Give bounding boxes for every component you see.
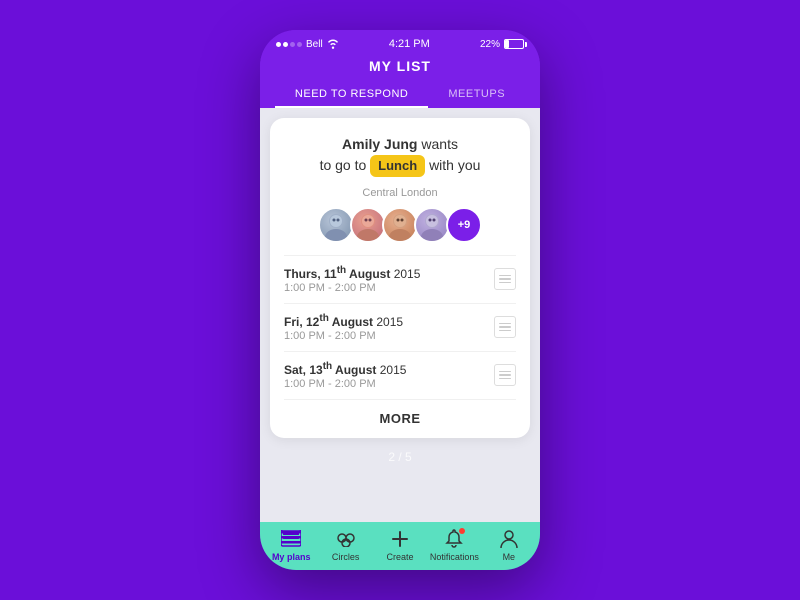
dot-1 xyxy=(276,42,281,47)
invite-preposition: to go to xyxy=(320,157,371,173)
invite-action: wants xyxy=(421,136,458,152)
tab-need-to-respond[interactable]: NEED TO RESPOND xyxy=(275,82,428,108)
status-left: Bell xyxy=(276,39,339,50)
date-bold-2: Fri, 12th August xyxy=(284,315,373,329)
date-info-3: Sat, 13th August 2015 1:00 PM - 2:00 PM xyxy=(284,361,406,390)
date-year-2: 2015 xyxy=(376,315,403,329)
bell-icon xyxy=(443,528,465,550)
tab-meetups[interactable]: MEETUPS xyxy=(428,82,525,108)
nav-notifications[interactable]: Notifications xyxy=(427,528,481,562)
date-label-2: Fri, 12th August 2015 xyxy=(284,313,403,329)
date-list: Thurs, 11th August 2015 1:00 PM - 2:00 P… xyxy=(284,255,516,399)
avatar-1 xyxy=(318,207,354,243)
date-time-1: 1:00 PM - 2:00 PM xyxy=(284,282,420,294)
tab-bar: NEED TO RESPOND MEETUPS xyxy=(260,82,540,108)
title-bar: MY LIST xyxy=(260,54,540,82)
date-label-1: Thurs, 11th August 2015 xyxy=(284,265,420,281)
nav-notifications-label: Notifications xyxy=(430,552,479,562)
activity-badge: Lunch xyxy=(370,155,425,177)
cal-line xyxy=(499,275,511,277)
battery-fill xyxy=(505,40,509,48)
date-item-3: Sat, 13th August 2015 1:00 PM - 2:00 PM xyxy=(284,351,516,399)
date-year-1: 2015 xyxy=(394,267,421,281)
more-button[interactable]: MORE xyxy=(284,399,516,438)
date-bold-3: Sat, 13th August xyxy=(284,363,376,377)
invite-card: Amily Jung wants to go to Lunch with you… xyxy=(270,118,530,438)
cal-line xyxy=(499,282,511,284)
cal-line xyxy=(499,371,511,373)
calendar-icon-2[interactable] xyxy=(494,316,516,338)
battery-percent: 22% xyxy=(480,39,500,50)
battery-icon xyxy=(504,39,524,49)
cal-line xyxy=(499,326,511,328)
date-label-3: Sat, 13th August 2015 xyxy=(284,361,406,377)
calendar-icon-1[interactable] xyxy=(494,268,516,290)
wifi-icon xyxy=(327,39,339,49)
page-title: MY LIST xyxy=(260,58,540,74)
avatar-2 xyxy=(350,207,386,243)
dot-4 xyxy=(297,42,302,47)
date-item-1: Thurs, 11th August 2015 1:00 PM - 2:00 P… xyxy=(284,255,516,303)
calendar-icon-3[interactable] xyxy=(494,364,516,386)
avatar-more: +9 xyxy=(446,207,482,243)
status-right: 22% xyxy=(480,39,524,50)
notification-badge xyxy=(459,528,465,534)
pagination: 2 / 5 xyxy=(388,446,411,468)
date-bold-1: Thurs, 11th August xyxy=(284,267,390,281)
date-info-2: Fri, 12th August 2015 1:00 PM - 2:00 PM xyxy=(284,313,403,342)
inviter-name: Amily Jung xyxy=(342,136,417,152)
nav-circles[interactable]: Circles xyxy=(318,528,372,562)
person-icon xyxy=(498,528,520,550)
nav-me-label: Me xyxy=(503,552,516,562)
main-content: Amily Jung wants to go to Lunch with you… xyxy=(260,108,540,522)
plus-icon xyxy=(389,528,411,550)
time-display: 4:21 PM xyxy=(389,38,430,50)
card-header: Amily Jung wants to go to Lunch with you xyxy=(284,134,516,177)
invite-suffix: with you xyxy=(429,157,480,173)
nav-create-label: Create xyxy=(387,552,414,562)
avatar-group: +9 xyxy=(284,207,516,243)
cal-line xyxy=(499,378,511,380)
nav-circles-label: Circles xyxy=(332,552,360,562)
avatar-4 xyxy=(414,207,450,243)
nav-create[interactable]: Create xyxy=(373,528,427,562)
dot-3 xyxy=(290,42,295,47)
dot-2 xyxy=(283,42,288,47)
date-time-2: 1:00 PM - 2:00 PM xyxy=(284,330,403,342)
cal-line xyxy=(499,330,511,332)
avatar-3 xyxy=(382,207,418,243)
nav-me[interactable]: Me xyxy=(482,528,536,562)
status-bar: Bell 4:21 PM 22% xyxy=(260,30,540,54)
invite-text: Amily Jung wants to go to Lunch with you xyxy=(284,134,516,177)
date-info-1: Thurs, 11th August 2015 1:00 PM - 2:00 P… xyxy=(284,265,420,294)
cal-line xyxy=(499,374,511,376)
list-icon xyxy=(280,528,302,550)
bottom-nav: My plans Circles Create xyxy=(260,522,540,570)
date-year-3: 2015 xyxy=(380,363,407,377)
date-item-2: Fri, 12th August 2015 1:00 PM - 2:00 PM xyxy=(284,303,516,351)
carrier-label: Bell xyxy=(306,39,323,50)
location-label: Central London xyxy=(284,187,516,199)
cal-line xyxy=(499,278,511,280)
date-time-3: 1:00 PM - 2:00 PM xyxy=(284,378,406,390)
phone-container: Bell 4:21 PM 22% MY LIST NEED TO RESPOND… xyxy=(260,30,540,570)
nav-my-plans-label: My plans xyxy=(272,552,311,562)
signal-dots xyxy=(276,42,302,47)
circles-icon xyxy=(335,528,357,550)
nav-my-plans[interactable]: My plans xyxy=(264,528,318,562)
cal-line xyxy=(499,323,511,325)
